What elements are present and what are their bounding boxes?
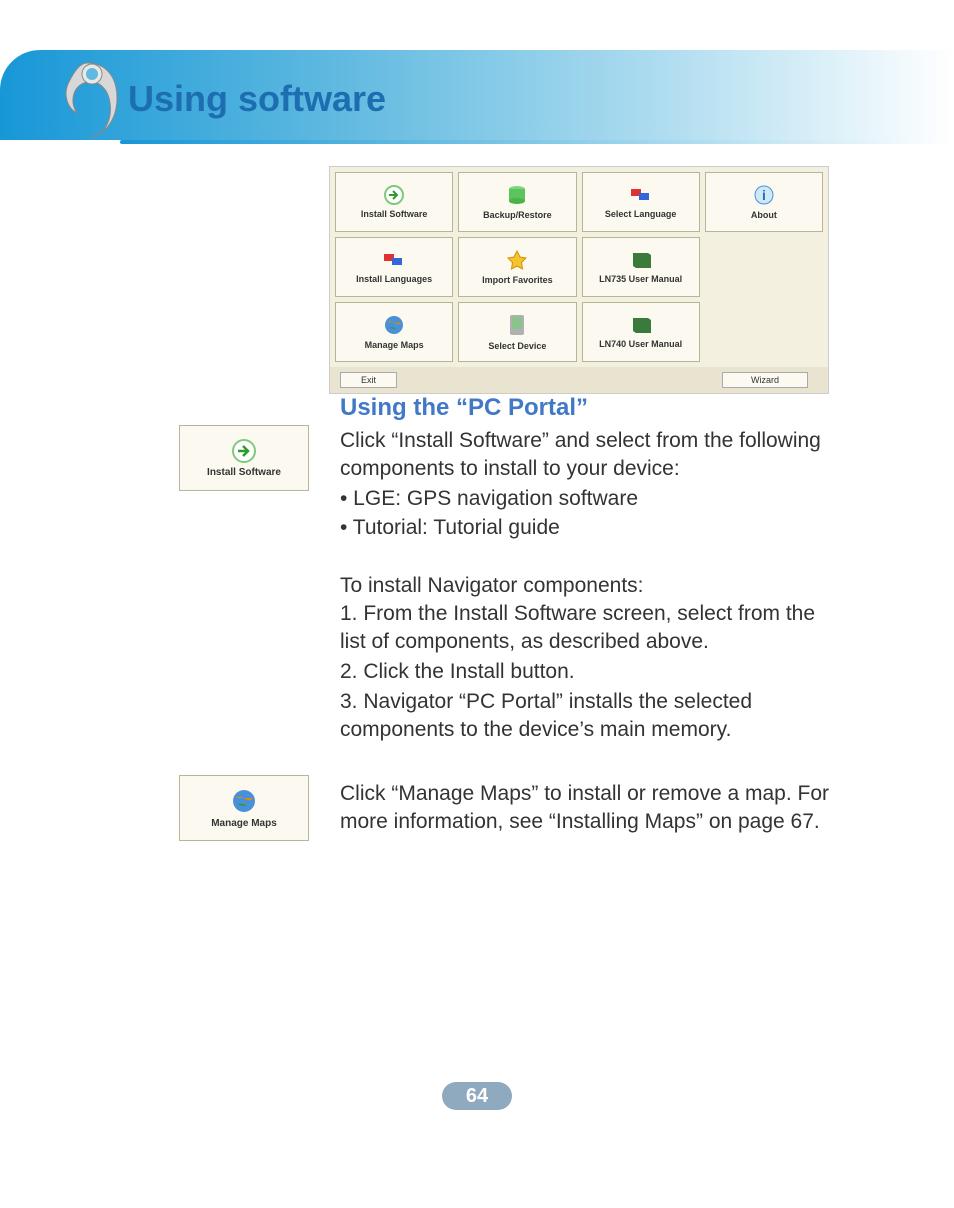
flags-icon [629,185,653,205]
tile-label: Import Favorites [482,275,553,285]
page-number-badge: 64 [442,1082,512,1110]
install-software-tile[interactable]: Install Software [335,172,453,232]
intro-text: Click “Install Software” and select from… [340,427,840,484]
ln740-manual-tile[interactable]: LN740 User Manual [582,302,700,362]
header-swirl-icon [52,58,122,158]
portal-grid: Install Software Backup/Restore Select L… [330,167,828,367]
install-languages-tile[interactable]: Install Languages [335,237,453,297]
info-icon: i [753,184,775,206]
bullet-2: • Tutorial: Tutorial guide [340,514,840,542]
step-3: 3. Navigator “PC Portal” installs the se… [340,688,840,745]
device-icon [507,313,527,337]
empty-tile [705,302,823,362]
arrow-right-icon [382,185,406,205]
backup-restore-tile[interactable]: Backup/Restore [458,172,576,232]
backup-icon [507,184,527,206]
flags-icon [382,250,406,270]
bullet-1: • LGE: GPS navigation software [340,485,840,513]
tile-label: Manage Maps [365,340,424,350]
select-language-tile[interactable]: Select Language [582,172,700,232]
page-title: Using software [128,78,386,120]
tile-label: LN735 User Manual [599,274,682,284]
ln735-manual-tile[interactable]: LN735 User Manual [582,237,700,297]
tile-label: Backup/Restore [483,210,552,220]
tile-label: Select Device [488,341,546,351]
step-2: 2. Click the Install button. [340,658,840,686]
pc-portal-panel: Install Software Backup/Restore Select L… [329,166,829,394]
globe-icon [383,314,405,336]
tile-label: Select Language [605,209,677,219]
side-tile-label: Install Software [207,467,281,478]
manage-maps-tile[interactable]: Manage Maps [335,302,453,362]
globe-icon [231,788,257,814]
arrow-right-icon [230,439,258,463]
portal-footer: Exit Wizard [330,367,828,393]
empty-tile [705,237,823,297]
tile-label: About [751,210,777,220]
wizard-button[interactable]: Wizard [722,372,808,388]
install-software-side-tile: Install Software [179,425,309,491]
subhead: To install Navigator components: [340,572,840,600]
manage-maps-side-tile: Manage Maps [179,775,309,841]
section-heading: Using the “PC Portal” [340,394,588,422]
tile-label: Install Software [361,209,428,219]
svg-text:i: i [762,187,766,203]
star-icon [506,249,528,271]
about-tile[interactable]: i About [705,172,823,232]
book-icon [630,250,652,270]
tile-label: LN740 User Manual [599,339,682,349]
book-icon [630,315,652,335]
exit-button[interactable]: Exit [340,372,397,388]
title-underline [120,140,950,144]
side-tile-label: Manage Maps [211,818,277,829]
import-favorites-tile[interactable]: Import Favorites [458,237,576,297]
step-1: 1. From the Install Software screen, sel… [340,600,840,657]
tile-label: Install Languages [356,274,432,284]
select-device-tile[interactable]: Select Device [458,302,576,362]
maps-text: Click “Manage Maps” to install or remove… [340,780,840,837]
